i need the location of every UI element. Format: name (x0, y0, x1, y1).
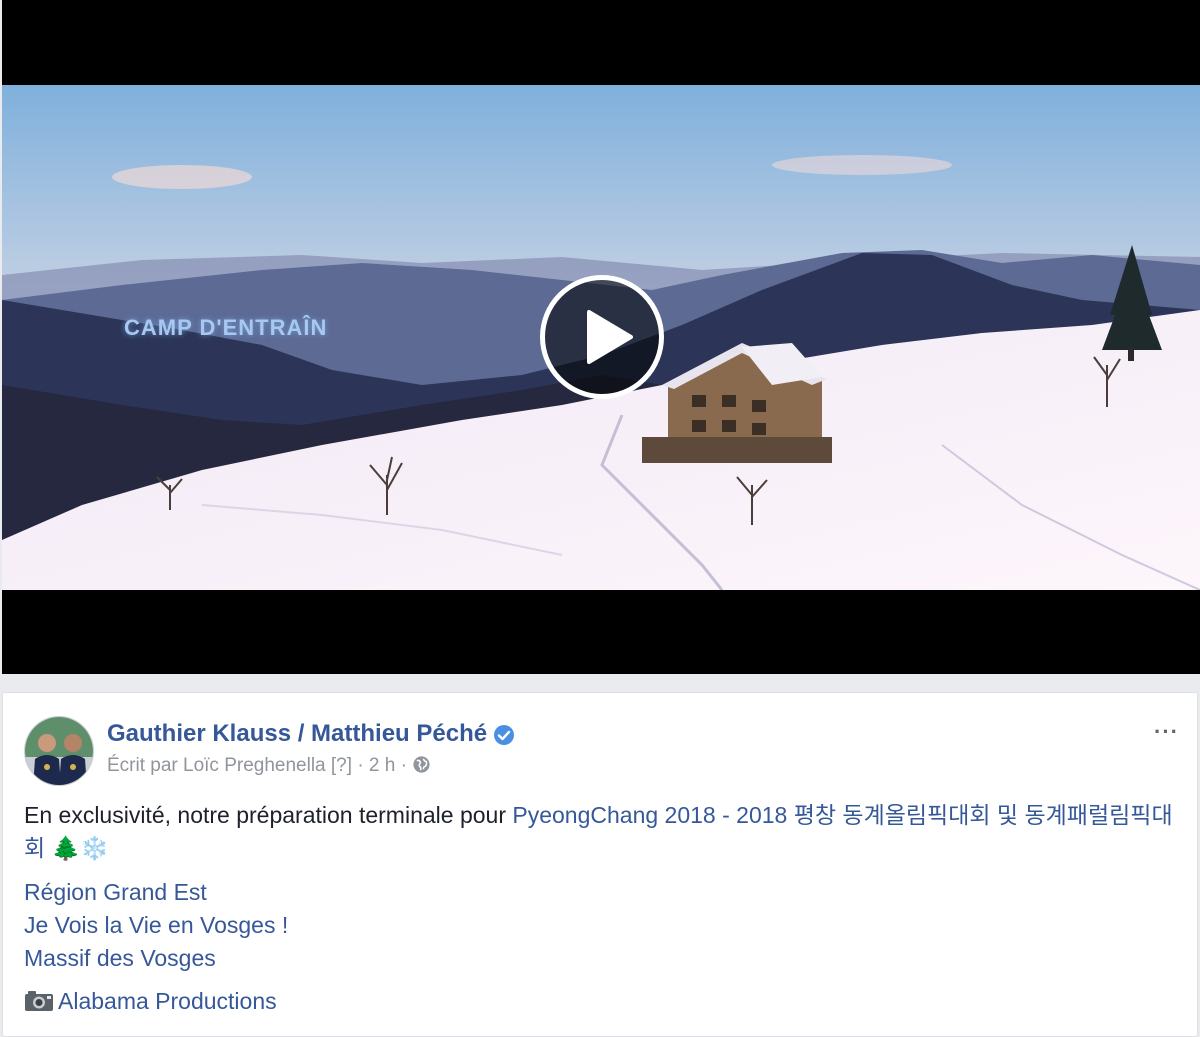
separator: · (400, 755, 407, 776)
author-name[interactable]: Gauthier Klauss / Matthieu Péché (107, 720, 515, 748)
credit-line: Alabama Productions (24, 985, 1184, 1018)
globe-icon[interactable] (412, 755, 431, 774)
help-link[interactable]: [?] (331, 755, 352, 776)
tree-icon: 🌲 (51, 836, 81, 862)
play-icon (587, 310, 633, 364)
video-player[interactable]: CAMP D'ENTRAÎN (2, 0, 1200, 674)
byline: Écrit par Loïc Preghenella (107, 755, 326, 776)
author-name-text[interactable]: Gauthier Klauss / Matthieu Péché (107, 720, 487, 747)
video-overlay-title: CAMP D'ENTRAÎN (124, 315, 328, 340)
credit-link[interactable]: Alabama Productions (58, 988, 277, 1014)
tag-links: Région Grand Est Je Vois la Vie en Vosge… (24, 876, 1184, 975)
post-text-prefix: En exclusivité, notre préparation termin… (24, 802, 513, 828)
avatar[interactable] (24, 716, 94, 786)
snowflake-icon: ❄️ (80, 836, 109, 862)
verified-badge-icon (494, 724, 515, 745)
post-meta: Écrit par Loïc Preghenella [?] · 2 h · (107, 755, 431, 777)
tag-link-region-grand-est[interactable]: Région Grand Est (24, 879, 207, 905)
tag-link-je-vois-la-vie[interactable]: Je Vois la Vie en Vosges ! (24, 912, 288, 938)
more-options-button[interactable]: ··· (1154, 719, 1179, 745)
post-body: En exclusivité, notre préparation termin… (24, 799, 1184, 1018)
post-card: Gauthier Klauss / Matthieu Péché Écrit p… (2, 692, 1198, 1037)
camera-icon (25, 991, 53, 1011)
tag-link-massif-des-vosges[interactable]: Massif des Vosges (24, 945, 216, 971)
separator: · (357, 755, 364, 776)
post-text: En exclusivité, notre préparation termin… (24, 799, 1184, 866)
play-button[interactable] (540, 275, 664, 399)
timestamp[interactable]: 2 h (369, 755, 395, 776)
